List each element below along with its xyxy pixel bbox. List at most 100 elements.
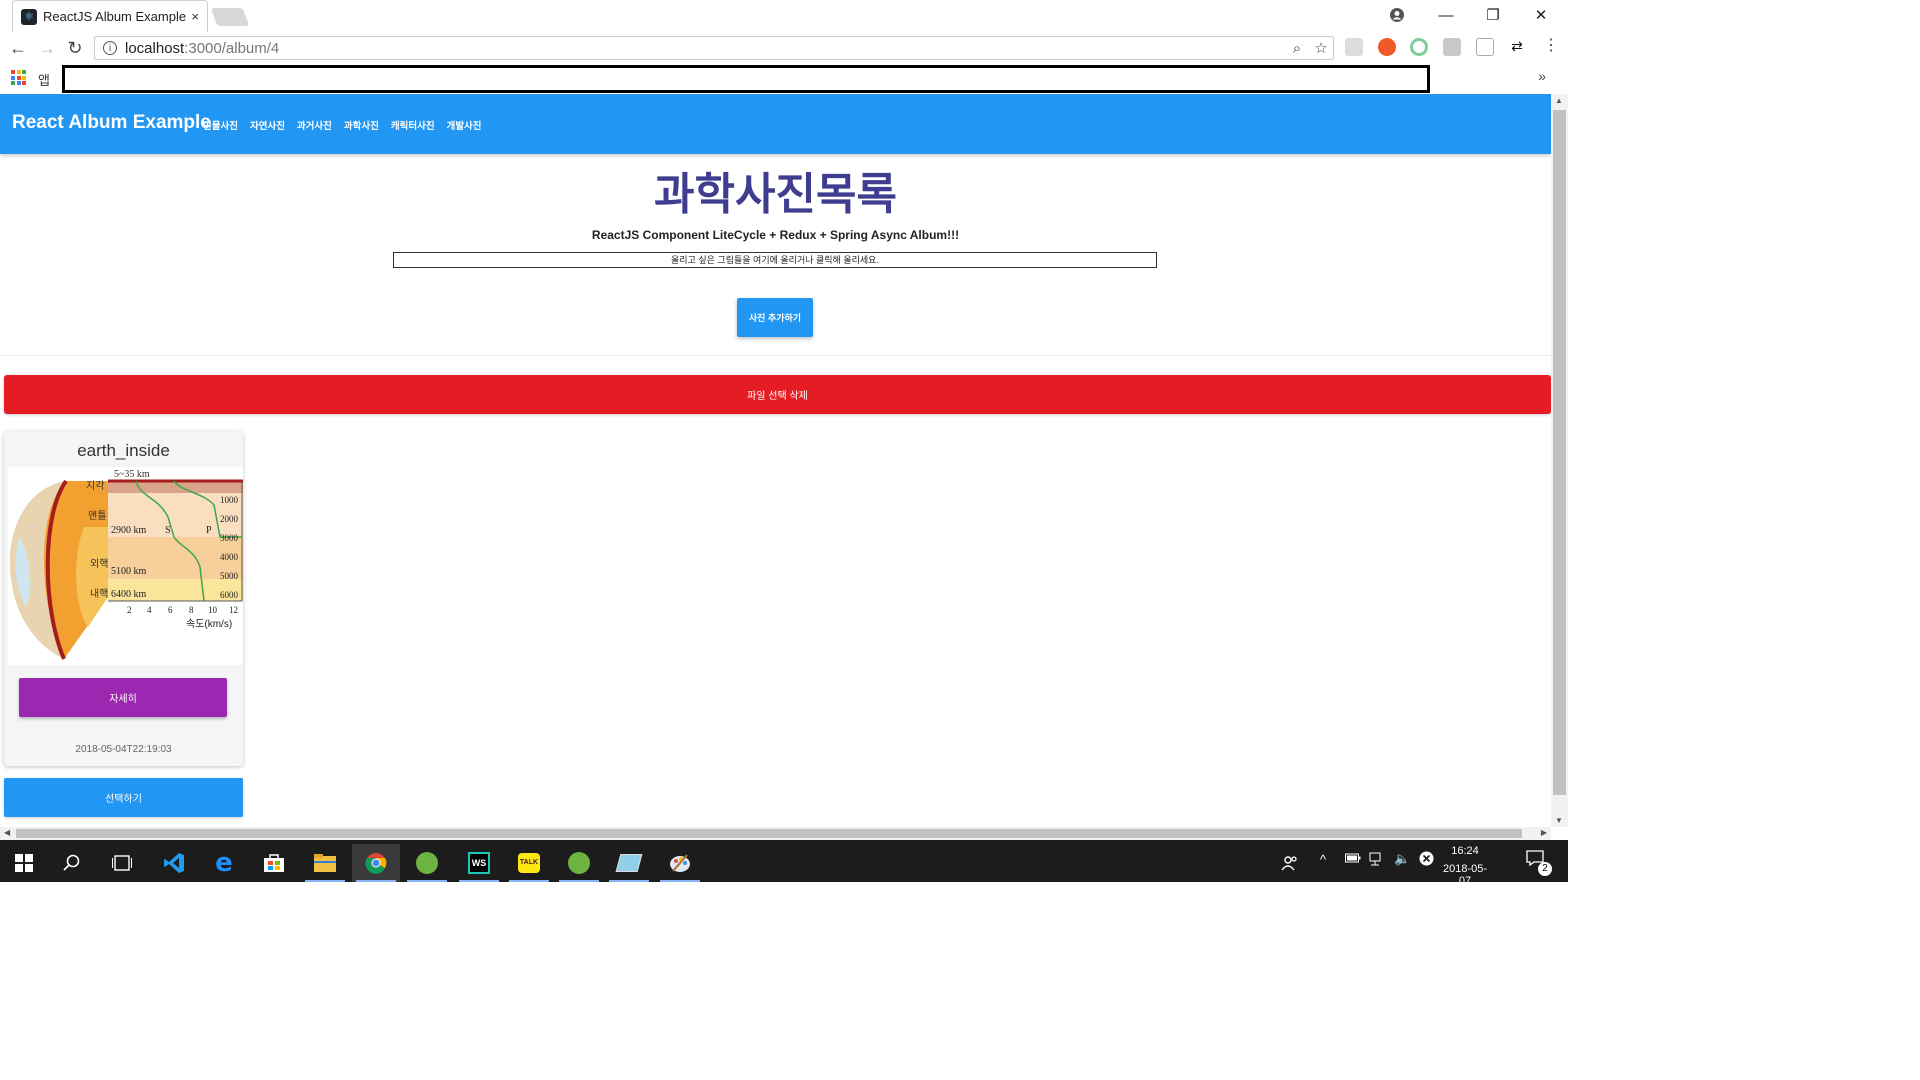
nav-character[interactable]: 캐릭터사진	[391, 118, 435, 132]
add-photo-button[interactable]: 사진 추가하기	[737, 298, 813, 337]
store-icon[interactable]	[250, 844, 298, 882]
horizontal-scroll-thumb[interactable]	[16, 829, 1522, 838]
tab-close-icon[interactable]: ×	[191, 9, 199, 24]
category-nav: 인물사진 자연사진 과거사진 과학사진 캐릭터사진 개발사진	[203, 118, 482, 132]
scroll-up-arrow-icon[interactable]: ▲	[1555, 96, 1563, 105]
webstorm-icon[interactable]: WS	[455, 844, 503, 882]
nav-nature[interactable]: 자연사진	[250, 118, 285, 132]
reload-icon[interactable]: ↻	[64, 38, 86, 58]
minimize-button[interactable]: —	[1423, 0, 1469, 30]
clock-time[interactable]: 16:24	[1440, 845, 1490, 857]
diagram-xtick-10: 10	[208, 605, 218, 615]
url-host: localhost	[125, 39, 185, 57]
detail-button[interactable]: 자세히	[19, 678, 227, 717]
diagram-ytick-5000: 5000	[220, 571, 239, 581]
search-icon[interactable]	[48, 844, 96, 882]
delete-selected-button[interactable]: 파일 선택 삭제	[4, 375, 1551, 414]
sync-extension-icon[interactable]: ⇄	[1508, 38, 1526, 56]
apps-label[interactable]: 앱	[38, 70, 50, 89]
diagram-ytick-3000: 3000	[220, 533, 239, 543]
restore-button[interactable]: ❐	[1470, 0, 1516, 30]
edge-icon[interactable]: e	[200, 844, 248, 882]
task-view-icon[interactable]	[98, 844, 146, 882]
notebook-app-icon[interactable]	[605, 844, 653, 882]
paint-icon[interactable]	[656, 844, 704, 882]
scroll-down-arrow-icon[interactable]: ▼	[1555, 816, 1563, 825]
file-explorer-icon[interactable]	[301, 844, 349, 882]
browser-tab-strip: ⚛ ReactJS Album Example × — ❐ ✕	[0, 0, 1568, 32]
tray-chevron-up-icon[interactable]: ^	[1320, 852, 1326, 867]
tray-close-circle-icon[interactable]	[1419, 851, 1434, 869]
diagram-depth-5100: 5100 km	[111, 566, 147, 577]
forward-arrow-icon[interactable]: →	[36, 38, 58, 58]
sts-active-indicator	[407, 880, 447, 882]
vscode-icon[interactable]	[150, 844, 198, 882]
volume-icon[interactable]: 🔈	[1394, 851, 1410, 867]
diagram-xlabel: 속도(km/s)	[186, 618, 232, 630]
spring-tool-suite-2-icon[interactable]	[555, 844, 603, 882]
brand-title[interactable]: React Album Example	[12, 112, 211, 134]
cast-extension-icon[interactable]	[1476, 38, 1494, 56]
bookmark-star-icon[interactable]: ☆	[1309, 39, 1333, 57]
apps-grid-icon[interactable]	[11, 70, 26, 85]
chrome-active-indicator	[356, 880, 396, 882]
people-icon[interactable]	[1270, 844, 1310, 882]
bookmarks-overflow-icon[interactable]: »	[1538, 68, 1546, 84]
back-arrow-icon[interactable]: ←	[7, 38, 29, 58]
site-info-icon[interactable]: i	[103, 41, 117, 55]
orange-extension-icon[interactable]	[1378, 38, 1396, 56]
diagram-ytick-6000: 6000	[220, 590, 239, 600]
pdf-extension-icon[interactable]	[1345, 38, 1363, 56]
diagram-wave-s: S	[165, 525, 171, 536]
url-text[interactable]: localhost:3000/album/4	[125, 40, 1285, 57]
browser-menu-icon[interactable]: ⋮	[1542, 38, 1560, 56]
nav-dev[interactable]: 개발사진	[447, 118, 482, 132]
diagram-wave-p: P	[206, 525, 212, 536]
kakaotalk-icon[interactable]: TALK	[505, 844, 553, 882]
diagram-ytick-2000: 2000	[220, 514, 239, 524]
windows-taskbar: e WS TALK ^ 🔈 16:24 2018-05-07 2	[0, 840, 1568, 887]
scroll-right-arrow-icon[interactable]: ▶	[1541, 828, 1547, 837]
address-bar[interactable]: i localhost:3000/album/4 ⌕ ☆	[94, 36, 1334, 60]
upload-dropzone[interactable]: 올리고 싶은 그림들을 여기에 올리거나 클릭해 올리세요.	[393, 252, 1157, 268]
select-button[interactable]: 선택하기	[4, 778, 243, 817]
diagram-xtick-2: 2	[127, 605, 132, 615]
notebook-active-indicator	[609, 880, 649, 882]
profile-icon[interactable]	[1374, 0, 1420, 30]
sts2-active-indicator	[559, 880, 599, 882]
new-tab-button[interactable]	[210, 8, 250, 26]
nav-people[interactable]: 인물사진	[203, 118, 238, 132]
diagram-xtick-8: 8	[189, 605, 194, 615]
section-divider	[0, 355, 1551, 356]
close-window-button[interactable]: ✕	[1518, 0, 1564, 30]
diagram-layer-mantle: 맨틀	[88, 510, 106, 522]
diagram-xtick-6: 6	[168, 605, 173, 615]
earth-interior-image[interactable]: 5~35 km 지각 맨틀 외핵 내핵 2900 km 5100 km 6400…	[8, 467, 243, 665]
spring-tool-suite-icon[interactable]	[403, 844, 451, 882]
windows-start-icon[interactable]	[0, 844, 48, 882]
horizontal-scrollbar[interactable]: ◀ ▶	[0, 827, 1551, 840]
nav-science[interactable]: 과학사진	[344, 118, 379, 132]
diagram-top-label: 5~35 km	[114, 469, 150, 480]
webstorm-active-indicator	[459, 880, 499, 882]
diagram-ytick-4000: 4000	[220, 552, 239, 562]
page-subtitle: ReactJS Component LiteCycle + Redux + Sp…	[591, 228, 960, 242]
nav-past[interactable]: 과거사진	[297, 118, 332, 132]
explorer-active-indicator	[305, 880, 345, 882]
zoom-icon[interactable]: ⌕	[1285, 40, 1309, 57]
network-icon[interactable]	[1369, 852, 1385, 869]
green-ring-extension-icon[interactable]	[1410, 38, 1428, 56]
scroll-left-arrow-icon[interactable]: ◀	[4, 828, 10, 837]
bookmarks-redacted-box	[62, 65, 1430, 93]
diagram-xtick-4: 4	[147, 605, 152, 615]
paint-active-indicator	[660, 880, 700, 882]
vertical-scrollbar[interactable]: ▲ ▼	[1551, 94, 1568, 827]
chrome-icon[interactable]	[352, 844, 400, 882]
page-title: 과학사진목록	[654, 170, 897, 219]
browser-tab-active[interactable]: ⚛ ReactJS Album Example ×	[12, 0, 208, 32]
clock-date[interactable]: 2018-05-07	[1440, 863, 1490, 887]
photo-card: earth_inside 5~35 km 지각 맨틀 외핵 내핵 2900 km…	[4, 431, 243, 766]
grey-extension-icon[interactable]	[1443, 38, 1461, 56]
battery-icon[interactable]	[1345, 852, 1361, 867]
vertical-scroll-thumb[interactable]	[1553, 110, 1566, 795]
